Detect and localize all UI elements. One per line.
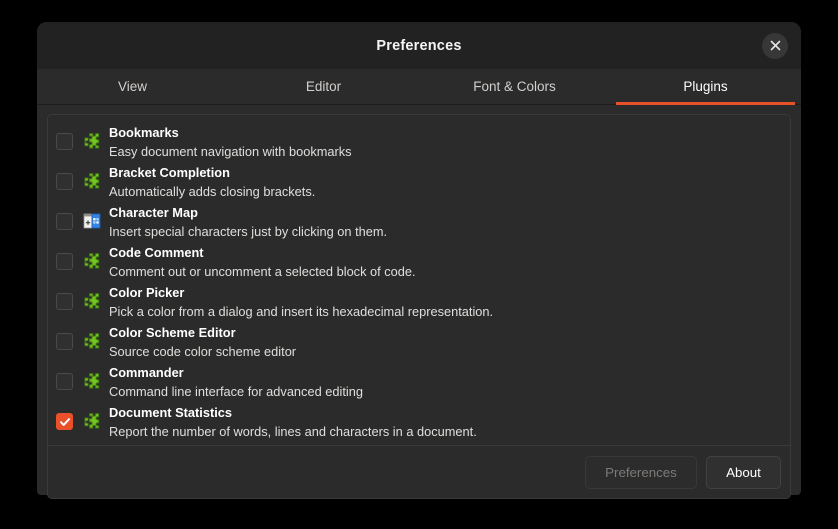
plugin-row[interactable]: Character MapInsert special characters j… — [48, 201, 790, 241]
plugin-description: Comment out or uncomment a selected bloc… — [109, 262, 416, 281]
plugin-enable-checkbox[interactable] — [56, 213, 73, 230]
plugin-name: Bookmarks — [109, 124, 352, 142]
plugin-enable-checkbox[interactable] — [56, 333, 73, 350]
plugin-description: Automatically adds closing brackets. — [109, 182, 315, 201]
puzzle-piece-icon — [83, 172, 101, 190]
plugin-enable-checkbox[interactable] — [56, 293, 73, 310]
plugin-row[interactable]: Document StatisticsReport the number of … — [48, 401, 790, 441]
plugin-text: BookmarksEasy document navigation with b… — [109, 123, 352, 161]
close-icon — [770, 40, 781, 51]
tab-font-colors[interactable]: Font & Colors — [419, 69, 610, 104]
character-map-icon — [83, 212, 101, 230]
tab-view[interactable]: View — [37, 69, 228, 104]
plugin-text: Document StatisticsReport the number of … — [109, 403, 477, 441]
close-button[interactable] — [762, 33, 788, 59]
preferences-dialog: Preferences ViewEditorFont & ColorsPlugi… — [37, 22, 801, 495]
plugin-name: Bracket Completion — [109, 164, 315, 182]
dialog-footer: Preferences About — [48, 445, 790, 498]
plugin-row[interactable]: Color Scheme EditorSource code color sch… — [48, 321, 790, 361]
plugin-text: Bracket CompletionAutomatically adds clo… — [109, 163, 315, 201]
plugin-about-button[interactable]: About — [706, 456, 781, 489]
plugin-enable-checkbox[interactable] — [56, 133, 73, 150]
dialog-content: BookmarksEasy document navigation with b… — [37, 105, 801, 510]
plugin-text: CommanderCommand line interface for adva… — [109, 363, 363, 401]
dialog-titlebar: Preferences — [37, 22, 801, 69]
plugin-description: Pick a color from a dialog and insert it… — [109, 302, 493, 321]
plugin-enable-checkbox[interactable] — [56, 413, 73, 430]
plugin-name: Commander — [109, 364, 363, 382]
plugin-row[interactable]: Code CommentComment out or uncomment a s… — [48, 241, 790, 281]
check-icon — [59, 416, 71, 428]
tab-plugins[interactable]: Plugins — [610, 69, 801, 104]
plugin-description: Source code color scheme editor — [109, 342, 296, 361]
plugin-text: Color Scheme EditorSource code color sch… — [109, 323, 296, 361]
plugin-description: Report the number of words, lines and ch… — [109, 422, 477, 441]
plugin-preferences-button[interactable]: Preferences — [585, 456, 697, 489]
puzzle-piece-icon — [83, 292, 101, 310]
puzzle-piece-icon — [83, 132, 101, 150]
plugin-name: Code Comment — [109, 244, 416, 262]
plugin-description: Insert special characters just by clicki… — [109, 222, 387, 241]
plugin-description: Command line interface for advanced edit… — [109, 382, 363, 401]
plugin-text: Character MapInsert special characters j… — [109, 203, 387, 241]
plugin-text: Code CommentComment out or uncomment a s… — [109, 243, 416, 281]
plugin-name: Character Map — [109, 204, 387, 222]
tab-bar: ViewEditorFont & ColorsPlugins — [37, 69, 801, 105]
tab-editor[interactable]: Editor — [228, 69, 419, 104]
plugin-name: Color Picker — [109, 284, 493, 302]
plugin-row[interactable]: Color PickerPick a color from a dialog a… — [48, 281, 790, 321]
plugin-enable-checkbox[interactable] — [56, 173, 73, 190]
plugin-enable-checkbox[interactable] — [56, 253, 73, 270]
puzzle-piece-icon — [83, 412, 101, 430]
puzzle-piece-icon — [83, 372, 101, 390]
plugin-list[interactable]: BookmarksEasy document navigation with b… — [48, 115, 790, 445]
puzzle-piece-icon — [83, 252, 101, 270]
plugin-enable-checkbox[interactable] — [56, 373, 73, 390]
page-title: Preferences — [376, 38, 461, 54]
puzzle-piece-icon — [83, 332, 101, 350]
plugins-panel: BookmarksEasy document navigation with b… — [47, 114, 791, 499]
plugin-description: Easy document navigation with bookmarks — [109, 142, 352, 161]
plugin-row[interactable]: BookmarksEasy document navigation with b… — [48, 121, 790, 161]
plugin-name: Color Scheme Editor — [109, 324, 296, 342]
plugin-text: Color PickerPick a color from a dialog a… — [109, 283, 493, 321]
plugin-row[interactable]: Bracket CompletionAutomatically adds clo… — [48, 161, 790, 201]
plugin-row[interactable]: CommanderCommand line interface for adva… — [48, 361, 790, 401]
plugin-name: Document Statistics — [109, 404, 477, 422]
